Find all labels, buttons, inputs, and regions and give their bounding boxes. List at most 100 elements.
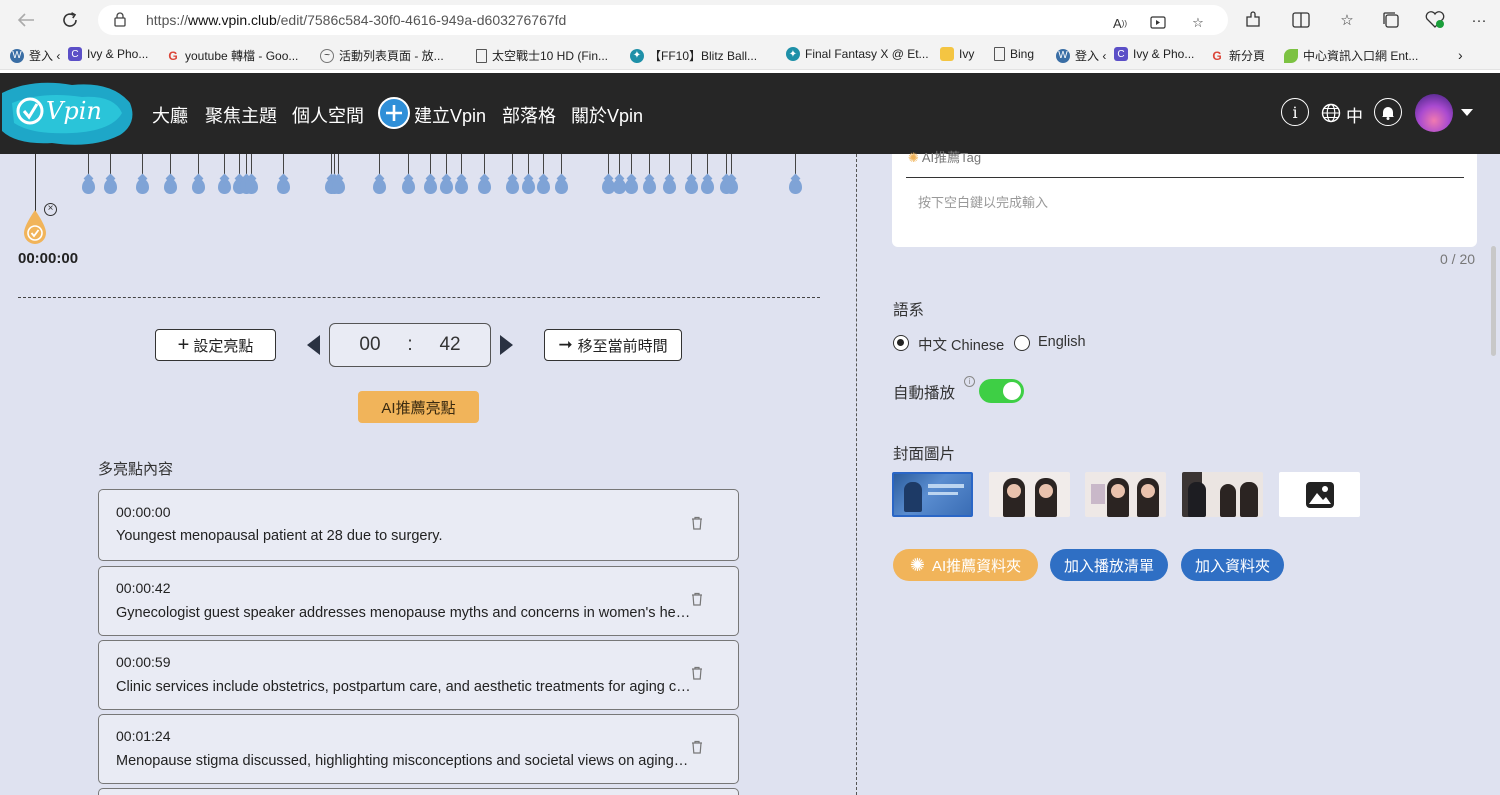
timeline-highlight-marker[interactable]: [537, 179, 550, 194]
timeline-highlight-marker[interactable]: [192, 179, 205, 194]
tag-placeholder[interactable]: 按下空白鍵以完成輸入: [918, 192, 1048, 211]
timeline-highlight-marker[interactable]: [424, 179, 437, 194]
move-to-current-button[interactable]: ➞ 移至當前時間: [544, 329, 682, 361]
nav-create-vpin[interactable]: 建立Vpin: [414, 102, 486, 128]
timeline-highlight-marker[interactable]: [455, 179, 468, 194]
page-scrollbar[interactable]: [1491, 246, 1496, 356]
highlight-card[interactable]: 00:00:00 Youngest menopausal patient at …: [98, 489, 739, 561]
more-options-icon[interactable]: ···: [1468, 9, 1490, 31]
timeline-highlight-marker[interactable]: [506, 179, 519, 194]
timeline-highlight-marker[interactable]: [643, 179, 656, 194]
highlight-card[interactable]: 00:00:59 Clinic services include obstetr…: [98, 640, 739, 710]
timeline-highlight-marker[interactable]: [82, 179, 95, 194]
highlight-card[interactable]: 00:01:24 Menopause stigma discussed, hig…: [98, 714, 739, 784]
nav-featured-topics[interactable]: 聚焦主題: [205, 102, 277, 128]
set-highlight-button[interactable]: + 設定亮點: [155, 329, 276, 361]
timeline-highlight-marker[interactable]: [373, 179, 386, 194]
bookmark-item[interactable]: Ivy: [940, 47, 974, 61]
browser-essentials-icon[interactable]: [1424, 9, 1446, 31]
timeline-highlight-marker[interactable]: [440, 179, 453, 194]
nav-about-vpin[interactable]: 關於Vpin: [571, 102, 643, 128]
seconds-value[interactable]: 42: [439, 334, 460, 356]
timeline-highlight-marker[interactable]: [789, 179, 802, 194]
bookmark-item[interactable]: ✦ Final Fantasy X @ Et...: [786, 47, 929, 61]
time-stepper[interactable]: 00 : 42: [329, 323, 491, 367]
radio-english-label[interactable]: English: [1038, 334, 1086, 350]
cover-thumbnail[interactable]: [1085, 472, 1166, 517]
timeline-highlight-marker[interactable]: [625, 179, 638, 194]
autoplay-toggle[interactable]: [979, 379, 1024, 403]
ai-recommend-folder-button[interactable]: ✺ AI推薦資料夾: [893, 549, 1038, 581]
trash-icon[interactable]: [691, 592, 703, 606]
nav-blog[interactable]: 部落格: [502, 102, 556, 128]
split-screen-icon[interactable]: [1290, 9, 1312, 31]
trash-icon[interactable]: [691, 666, 703, 680]
bookmark-item[interactable]: Gyoutube 轉檔 - Goo...: [166, 47, 298, 64]
remove-marker-icon[interactable]: ×: [44, 203, 57, 216]
highlight-text[interactable]: Clinic services include obstetrics, post…: [116, 679, 691, 695]
read-aloud-icon[interactable]: A)): [1110, 14, 1130, 32]
bookmark-item[interactable]: ~ 活動列表頁面 - 放...: [320, 47, 444, 64]
timeline-highlight-marker[interactable]: [725, 179, 738, 194]
refresh-icon[interactable]: [58, 8, 82, 32]
info-icon[interactable]: i: [1281, 98, 1309, 126]
bookmark-item[interactable]: 太空戰士10 HD (Fin...: [476, 47, 608, 64]
chevron-down-icon[interactable]: [1461, 109, 1473, 116]
highlight-timeline[interactable]: [0, 154, 856, 244]
language-switch[interactable]: 中: [1346, 102, 1363, 127]
cover-thumbnail[interactable]: [892, 472, 973, 517]
minutes-value[interactable]: 00: [359, 334, 380, 356]
bookmark-item[interactable]: ✦ 【FF10】Blitz Ball...: [630, 47, 757, 64]
highlight-text[interactable]: Menopause stigma discussed, highlighting…: [116, 753, 691, 769]
timeline-highlight-marker[interactable]: [104, 179, 117, 194]
bookmark-item[interactable]: C Ivy & Pho...: [1114, 47, 1194, 61]
timeline-highlight-marker[interactable]: [277, 179, 290, 194]
highlight-text[interactable]: Gynecologist guest speaker addresses men…: [116, 605, 691, 621]
bookmark-item[interactable]: G 新分頁: [1210, 47, 1265, 64]
notification-bell-icon[interactable]: [1374, 98, 1402, 126]
app-available-icon[interactable]: [1148, 14, 1168, 32]
bookmark-item[interactable]: C Ivy & Pho...: [68, 47, 148, 61]
nav-lobby[interactable]: 大廳: [152, 102, 188, 128]
highlight-card[interactable]: [98, 788, 739, 795]
prev-second-icon[interactable]: [307, 335, 320, 355]
vpin-logo[interactable]: Vpin: [2, 73, 138, 154]
collections-icon[interactable]: [1380, 9, 1402, 31]
favorite-star-icon[interactable]: ☆: [1188, 14, 1208, 32]
bookmark-item[interactable]: Bing: [994, 47, 1034, 61]
tag-input-box[interactable]: ✺ AI推薦Tag 按下空白鍵以完成輸入: [892, 150, 1477, 247]
timeline-highlight-marker[interactable]: [164, 179, 177, 194]
extensions-icon[interactable]: [1242, 9, 1264, 31]
favorites-icon[interactable]: ☆: [1336, 9, 1358, 31]
bookmark-item[interactable]: W 登入 ‹: [1056, 47, 1106, 64]
add-to-playlist-button[interactable]: 加入播放清單: [1050, 549, 1168, 581]
highlight-card[interactable]: 00:00:42 Gynecologist guest speaker addr…: [98, 566, 739, 636]
trash-icon[interactable]: [691, 516, 703, 530]
next-second-icon[interactable]: [500, 335, 513, 355]
bookmark-item[interactable]: W 登入 ‹: [10, 47, 60, 64]
radio-chinese-label[interactable]: 中文 Chinese: [918, 334, 1004, 355]
back-icon[interactable]: [14, 8, 38, 32]
upload-image-icon[interactable]: [1279, 472, 1360, 517]
timeline-highlight-marker[interactable]: [218, 179, 231, 194]
timeline-highlight-marker[interactable]: [402, 179, 415, 194]
plus-circle-icon[interactable]: [378, 97, 410, 129]
timeline-highlight-marker[interactable]: [522, 179, 535, 194]
more-bookmarks-icon[interactable]: ›: [1458, 47, 1463, 63]
timeline-highlight-marker[interactable]: [663, 179, 676, 194]
bookmark-item[interactable]: 中心資訊入口網 Ent...: [1284, 47, 1418, 64]
add-to-folder-button[interactable]: 加入資料夾: [1181, 549, 1284, 581]
radio-chinese[interactable]: [893, 335, 909, 351]
timeline-highlight-marker[interactable]: [332, 179, 345, 194]
avatar[interactable]: [1415, 94, 1453, 132]
timeline-highlight-marker[interactable]: [136, 179, 149, 194]
timeline-highlight-marker[interactable]: [478, 179, 491, 194]
cover-thumbnail[interactable]: [989, 472, 1070, 517]
timeline-highlight-marker[interactable]: [685, 179, 698, 194]
timeline-highlight-marker[interactable]: [245, 179, 258, 194]
info-icon[interactable]: i: [964, 376, 975, 387]
address-bar[interactable]: https://www.vpin.club/edit/7586c584-30f0…: [98, 5, 1228, 35]
trash-icon[interactable]: [691, 740, 703, 754]
timeline-highlight-marker[interactable]: [701, 179, 714, 194]
nav-personal-space[interactable]: 個人空間: [292, 102, 364, 128]
